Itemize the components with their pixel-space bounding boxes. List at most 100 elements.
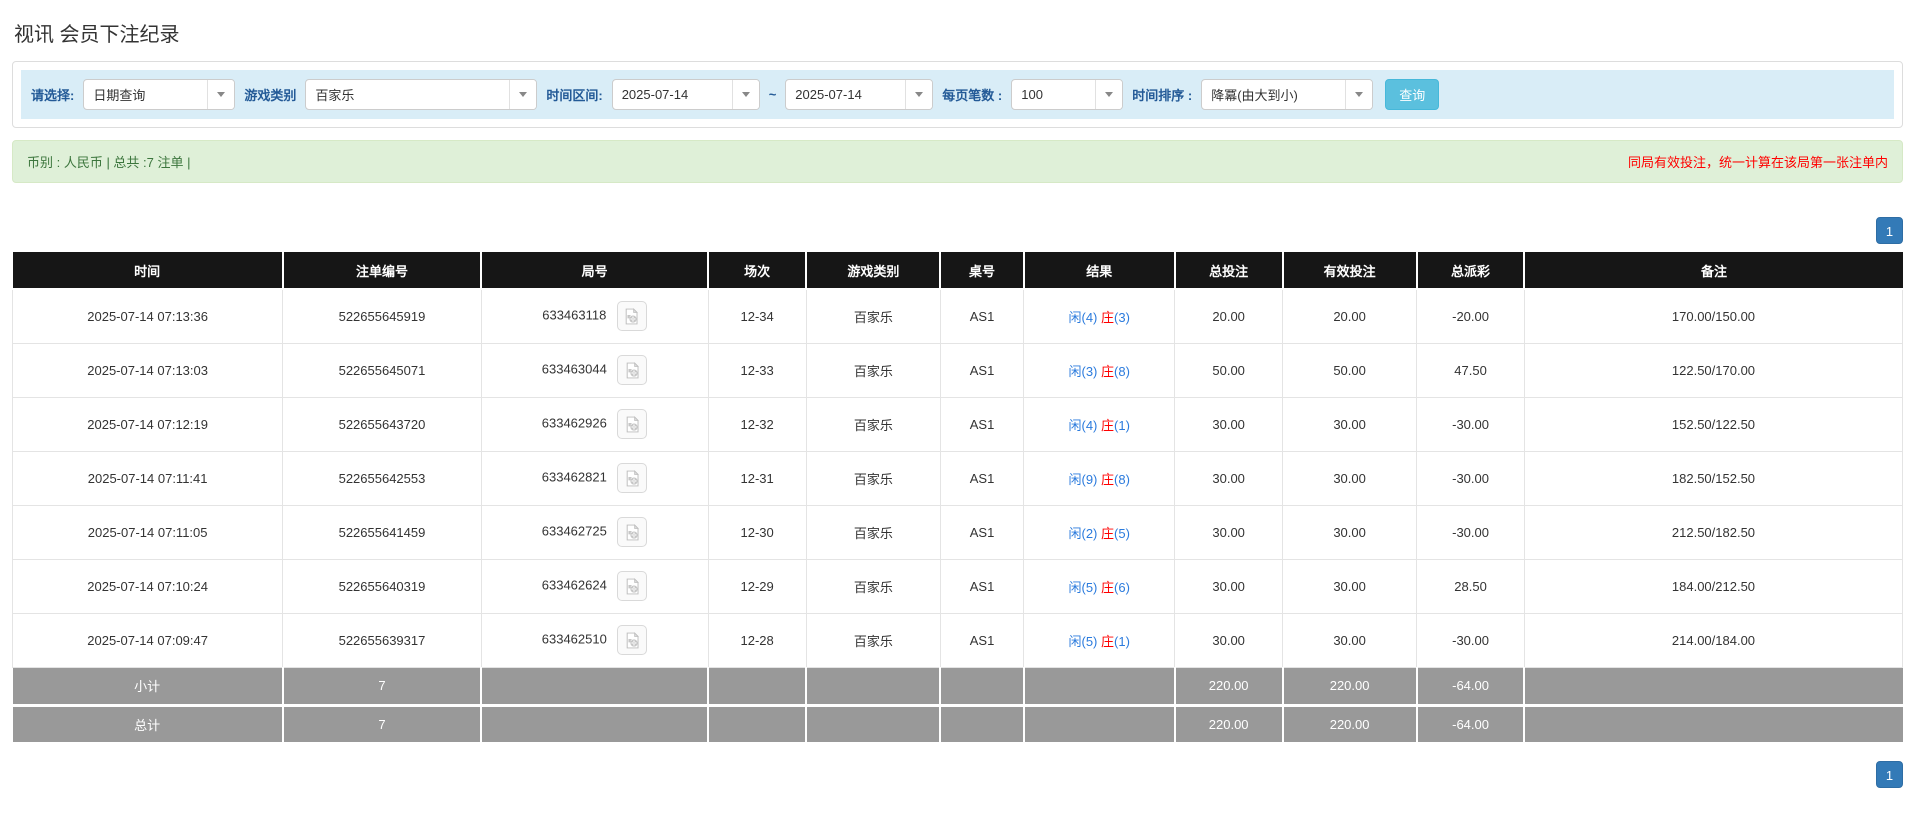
date-to-value: 2025-07-14 [795, 87, 862, 102]
date-from-select[interactable]: 2025-07-14 [611, 79, 760, 110]
cell-bet-id: 522655645919 [282, 288, 482, 344]
table-row: 2025-07-14 07:09:47 522655639317 633462510… [11, 612, 1904, 668]
cell-round-id: 633463044 [480, 342, 709, 398]
col-header-session: 场次 [708, 252, 808, 290]
cell-remark: 122.50/170.00 [1523, 342, 1904, 398]
result-banker: 庄 [1101, 363, 1115, 379]
result-banker: 庄 [1101, 525, 1115, 541]
cell-table-id: AS1 [939, 450, 1025, 506]
col-header-result: 结果 [1023, 252, 1176, 290]
cell-payout: -30.00 [1416, 504, 1525, 560]
cell-game-type: 百家乐 [805, 450, 941, 506]
cell-bet-id: 522655640319 [282, 558, 482, 614]
cell-time: 2025-07-14 07:10:24 [11, 558, 284, 614]
cell-session: 12-32 [707, 396, 807, 452]
subtotal-empty [806, 667, 942, 707]
cell-payout: -30.00 [1416, 450, 1525, 506]
chevron-down-icon[interactable] [905, 80, 933, 109]
round-id-value: 633463118 [542, 307, 607, 323]
cell-time: 2025-07-14 07:11:05 [11, 504, 284, 560]
cell-valid-bet: 30.00 [1282, 558, 1418, 614]
cell-table-id: AS1 [939, 612, 1025, 668]
video-replay-button[interactable] [617, 355, 648, 385]
date-to-select[interactable]: 2025-07-14 [785, 79, 934, 110]
col-header-total-bet: 总投注 [1174, 252, 1284, 290]
game-type-value: 百家乐 [315, 88, 355, 103]
cell-total-bet[interactable]: 50.00 [1174, 342, 1284, 398]
col-header-round-id: 局号 [481, 252, 709, 290]
page-size-select[interactable]: 100 [1011, 79, 1124, 110]
result-player: 闲(3) [1068, 363, 1101, 379]
sort-order-select[interactable]: 降冪(由大到小) [1201, 79, 1374, 110]
subtotal-label: 小计 [12, 667, 284, 707]
game-type-select[interactable]: 百家乐 [305, 79, 538, 110]
cell-time: 2025-07-14 07:12:19 [11, 396, 284, 452]
page-root: 视讯 会员下注纪录 请选择: 日期查询 游戏类别 百家乐 时间区间: 2025-… [0, 0, 1915, 808]
cell-round-id: 633462510 [480, 612, 709, 668]
cell-bet-id: 522655643720 [282, 396, 482, 452]
cell-bet-id: 522655645071 [282, 342, 482, 398]
cell-table-id: AS1 [939, 504, 1025, 560]
query-type-label: 请选择: [31, 88, 75, 103]
cell-game-type: 百家乐 [805, 612, 941, 668]
cell-round-id: 633462926 [480, 396, 709, 452]
table-header: 时间 注单编号 局号 场次 游戏类别 桌号 结果 总投注 有效投注 总派彩 备注 [12, 252, 1903, 290]
chevron-down-icon[interactable] [1095, 80, 1123, 109]
date-from-value: 2025-07-14 [621, 87, 689, 102]
result-banker: 庄 [1101, 633, 1115, 649]
subtotal-empty [481, 667, 709, 707]
video-replay-button[interactable] [616, 301, 647, 332]
cell-total-bet[interactable]: 30.00 [1174, 558, 1284, 614]
total-total-bet: 220.00 [1174, 705, 1284, 745]
total-payout: -64.00 [1416, 705, 1526, 745]
result-banker: 庄 [1101, 471, 1115, 487]
cell-valid-bet: 20.00 [1282, 288, 1418, 344]
currency-total-text: 币别 : 人民币 | 总共 :7 注单 | [27, 155, 191, 170]
result-player: 闲(4) [1068, 417, 1101, 433]
pagination-page-1[interactable]: 1 [1876, 217, 1903, 244]
video-replay-button[interactable] [617, 463, 648, 493]
cell-table-id: AS1 [939, 288, 1025, 344]
cell-total-bet[interactable]: 30.00 [1174, 450, 1284, 506]
result-banker-score: (6) [1114, 579, 1130, 595]
filter-bar: 请选择: 日期查询 游戏类别 百家乐 时间区间: 2025-07-14 ~ 20… [21, 70, 1894, 119]
video-replay-button[interactable] [617, 571, 648, 601]
col-header-game-type: 游戏类别 [806, 252, 942, 290]
cell-remark: 184.00/212.50 [1523, 558, 1904, 614]
total-empty [1524, 705, 1903, 745]
cell-payout: 47.50 [1416, 342, 1525, 398]
chevron-down-icon[interactable] [207, 80, 235, 109]
video-icon [626, 523, 639, 540]
cell-round-id: 633462624 [480, 558, 709, 614]
query-type-select[interactable]: 日期查询 [83, 79, 236, 110]
cell-remark: 214.00/184.00 [1523, 612, 1904, 668]
pagination-page-1[interactable]: 1 [1876, 760, 1903, 788]
cell-total-bet[interactable]: 30.00 [1174, 504, 1284, 560]
round-id-value: 633463044 [541, 361, 607, 377]
round-id-value: 633462624 [541, 577, 607, 593]
cell-game-type: 百家乐 [805, 396, 941, 452]
video-replay-button[interactable] [617, 409, 648, 439]
cell-time: 2025-07-14 07:09:47 [11, 612, 284, 668]
chevron-down-icon[interactable] [731, 80, 759, 109]
result-player: 闲(5) [1068, 633, 1101, 649]
cell-session: 12-34 [707, 288, 807, 344]
pagination-top: 1 [12, 217, 1903, 244]
cell-total-bet[interactable]: 30.00 [1174, 612, 1284, 668]
sort-order-value: 降冪(由大到小) [1211, 88, 1298, 103]
chevron-down-icon[interactable] [1345, 80, 1373, 109]
cell-table-id: AS1 [939, 396, 1025, 452]
subtotal-payout: -64.00 [1416, 667, 1526, 707]
chevron-down-icon[interactable] [509, 80, 537, 109]
query-type-value: 日期查询 [93, 88, 146, 103]
table-row: 2025-07-14 07:10:24 522655640319 633462624… [11, 558, 1904, 614]
cell-total-bet[interactable]: 30.00 [1174, 396, 1284, 452]
subtotal-count: 7 [282, 667, 483, 707]
video-replay-button[interactable] [617, 517, 648, 547]
col-header-time: 时间 [12, 252, 284, 290]
search-button[interactable]: 查询 [1385, 79, 1440, 110]
video-replay-button[interactable] [617, 625, 648, 655]
table-row: 2025-07-14 07:11:05 522655641459 633462725… [11, 504, 1904, 560]
cell-remark: 212.50/182.50 [1523, 504, 1904, 560]
cell-total-bet[interactable]: 20.00 [1174, 288, 1284, 344]
